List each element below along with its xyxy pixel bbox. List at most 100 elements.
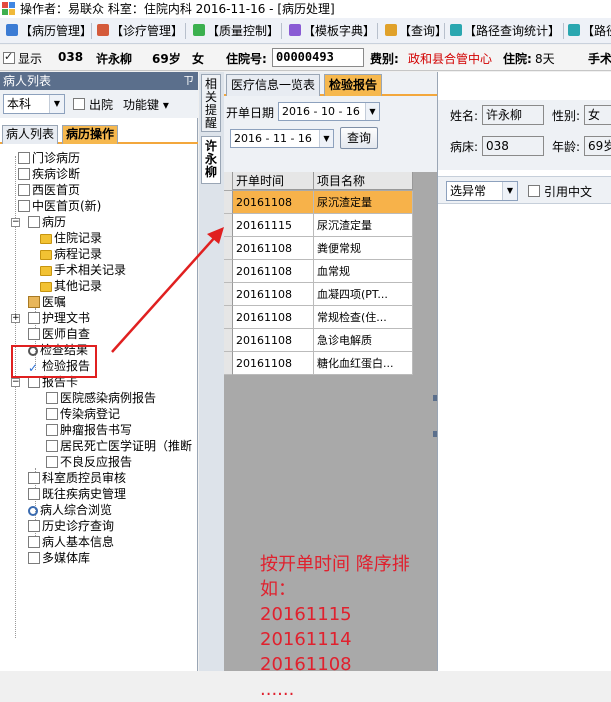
tree-item[interactable]: 其他记录 <box>40 278 102 294</box>
menu-pathway-statistics[interactable]: 【路径查询统计】 <box>450 21 560 41</box>
tree-item[interactable]: 护理文书 <box>28 310 90 326</box>
document-icon <box>46 392 58 404</box>
document-icon <box>28 472 40 484</box>
age-label: 年龄: <box>552 140 581 154</box>
sex-label: 性别: <box>552 109 581 123</box>
tab-lab-report[interactable]: 检验报告 <box>324 74 383 96</box>
tree-item[interactable]: 科室质控员审核 <box>28 470 126 486</box>
column-header-date[interactable]: 开单时间 <box>233 172 314 190</box>
tab-patient-name[interactable]: 许永柳 <box>201 136 221 184</box>
document-icon <box>18 152 30 164</box>
expand-icon[interactable]: + <box>11 314 20 323</box>
menu-pathway-more[interactable]: 【路径 <box>568 21 611 41</box>
tree-item[interactable]: 中医首页(新) <box>18 198 101 214</box>
tree-item[interactable]: 疾病诊断 <box>18 166 80 182</box>
window-title: 操作者：易联众 科室：住院内科 2016-11-16 - [病历处理] <box>20 2 335 16</box>
document-icon <box>18 200 30 212</box>
table-row[interactable]: 20161108 尿沉渣定量 <box>224 191 413 214</box>
tree-item[interactable]: 病人基本信息 <box>28 534 114 550</box>
name-label: 姓名: <box>450 109 479 123</box>
table-row[interactable]: 20161108 糖化血红蛋白... <box>224 352 413 375</box>
tree-item[interactable]: 住院记录 <box>40 230 102 246</box>
collapse-icon[interactable]: − <box>11 378 20 387</box>
cell-item-name: 血凝四项(PT... <box>314 283 413 306</box>
tab-reminders[interactable]: 相关提醒 <box>201 74 221 132</box>
tree-item[interactable]: 居民死亡医学证明（推断 <box>46 438 192 454</box>
record-tree: 门诊病历 疾病诊断 西医首页 中医首页(新) − 病历 住院记录 病程记录 手术… <box>0 148 198 668</box>
tree-item[interactable]: 历史诊疗查询 <box>28 518 114 534</box>
tree-item[interactable]: 多媒体库 <box>28 550 90 566</box>
tree-item[interactable]: 医师自查 <box>28 326 90 342</box>
report-toolbar: 选异常 ▼ 引用中文 <box>438 176 611 204</box>
row-header[interactable] <box>224 352 233 375</box>
date-to-picker[interactable]: 2016 - 11 - 16 ▼ <box>230 129 334 148</box>
tab-medical-info-list[interactable]: 医疗信息一览表 <box>226 74 321 96</box>
cell-item-name: 尿沉渣定量 <box>314 191 413 214</box>
tree-item[interactable]: 医院感染病例报告 <box>46 390 156 406</box>
row-header[interactable] <box>224 283 233 306</box>
row-header[interactable] <box>224 260 233 283</box>
cell-order-date: 20161108 <box>233 260 314 283</box>
menu-record-management[interactable]: 【病历管理】 <box>6 21 92 41</box>
menu-quality-control[interactable]: 【质量控制】 <box>193 21 279 41</box>
tree-item[interactable]: 不良反应报告 <box>46 454 132 470</box>
quote-chinese-label: 引用中文 <box>544 185 593 199</box>
tree-item[interactable]: 病历 <box>28 214 66 230</box>
show-checkbox[interactable] <box>3 50 15 64</box>
chevron-down-icon: ▼ <box>319 130 333 147</box>
document-icon <box>28 328 40 340</box>
abnormal-filter-select[interactable]: 选异常 ▼ <box>446 181 518 201</box>
tab-patient-list[interactable]: 病人列表 <box>2 125 59 144</box>
table-row[interactable]: 20161115 尿沉渣定量 <box>224 214 413 237</box>
document-icon <box>18 168 30 180</box>
table-row[interactable]: 20161108 粪便常规 <box>224 237 413 260</box>
query-icon <box>385 24 397 36</box>
tree-item[interactable]: 肿瘤报告书写 <box>46 422 132 438</box>
table-row[interactable]: 20161108 血常规 <box>224 260 413 283</box>
function-key-menu[interactable]: 功能键 ▾ <box>123 96 169 113</box>
tree-item[interactable]: 手术相关记录 <box>40 262 126 278</box>
menu-template-dictionary[interactable]: 【模板字典】 <box>289 21 375 41</box>
date-from-picker[interactable]: 2016 - 10 - 16 ▼ <box>278 102 380 121</box>
row-header[interactable] <box>224 329 233 352</box>
tree-item[interactable]: 病人综合浏览 <box>28 502 112 518</box>
collapse-icon[interactable]: − <box>11 218 20 227</box>
patient-sex: 女 <box>192 52 205 66</box>
cell-item-name: 急诊电解质 <box>314 329 413 352</box>
tree-item[interactable]: 传染病登记 <box>46 406 120 422</box>
admission-number: 00000493 <box>272 48 364 67</box>
document-icon <box>46 424 58 436</box>
tree-item[interactable]: 门诊病历 <box>18 150 80 166</box>
discharged-checkbox[interactable] <box>73 98 85 110</box>
table-row[interactable]: 20161108 血凝四项(PT... <box>224 283 413 306</box>
browse-icon <box>28 506 38 516</box>
quote-chinese-checkbox[interactable] <box>528 185 540 197</box>
tree-item[interactable]: 西医首页 <box>18 182 80 198</box>
row-header[interactable] <box>224 306 233 329</box>
discharged-label: 出院 <box>89 98 114 112</box>
table-row[interactable]: 20161108 急诊电解质 <box>224 329 413 352</box>
tab-record-operations[interactable]: 病历操作 <box>62 125 119 144</box>
age-field: 69岁 <box>584 136 611 156</box>
start-date-label: 开单日期 <box>226 106 275 120</box>
tree-item[interactable]: 既往疾病史管理 <box>28 486 126 502</box>
tree-item[interactable]: 医嘱 <box>28 294 66 310</box>
menu-treatment-management[interactable]: 【诊疗管理】 <box>97 21 183 41</box>
cell-item-name: 粪便常规 <box>314 237 413 260</box>
grid-header: 开单时间 项目名称 <box>224 172 413 190</box>
row-header[interactable] <box>224 214 233 237</box>
tree-item[interactable]: 病程记录 <box>40 246 102 262</box>
query-button[interactable]: 查询 <box>340 127 378 149</box>
title-bar: 操作者：易联众 科室：住院内科 2016-11-16 - [病历处理] <box>0 0 611 18</box>
row-header[interactable] <box>224 237 233 260</box>
record-icon <box>6 24 18 36</box>
menu-query[interactable]: 【查询】 <box>385 21 447 41</box>
treatment-icon <box>97 24 109 36</box>
row-header[interactable] <box>224 191 233 214</box>
column-header-item[interactable]: 项目名称 <box>314 172 413 190</box>
table-row[interactable]: 20161108 常规检查(住... <box>224 306 413 329</box>
pin-icon[interactable]: ㄗ <box>183 72 194 90</box>
department-select[interactable]: 本科 ▼ <box>3 94 65 114</box>
menu-bar: 【病历管理】 【诊疗管理】 【质量控制】 【模板字典】 【查询】 【路径查询统计… <box>0 18 611 44</box>
cell-order-date: 20161108 <box>233 191 314 214</box>
